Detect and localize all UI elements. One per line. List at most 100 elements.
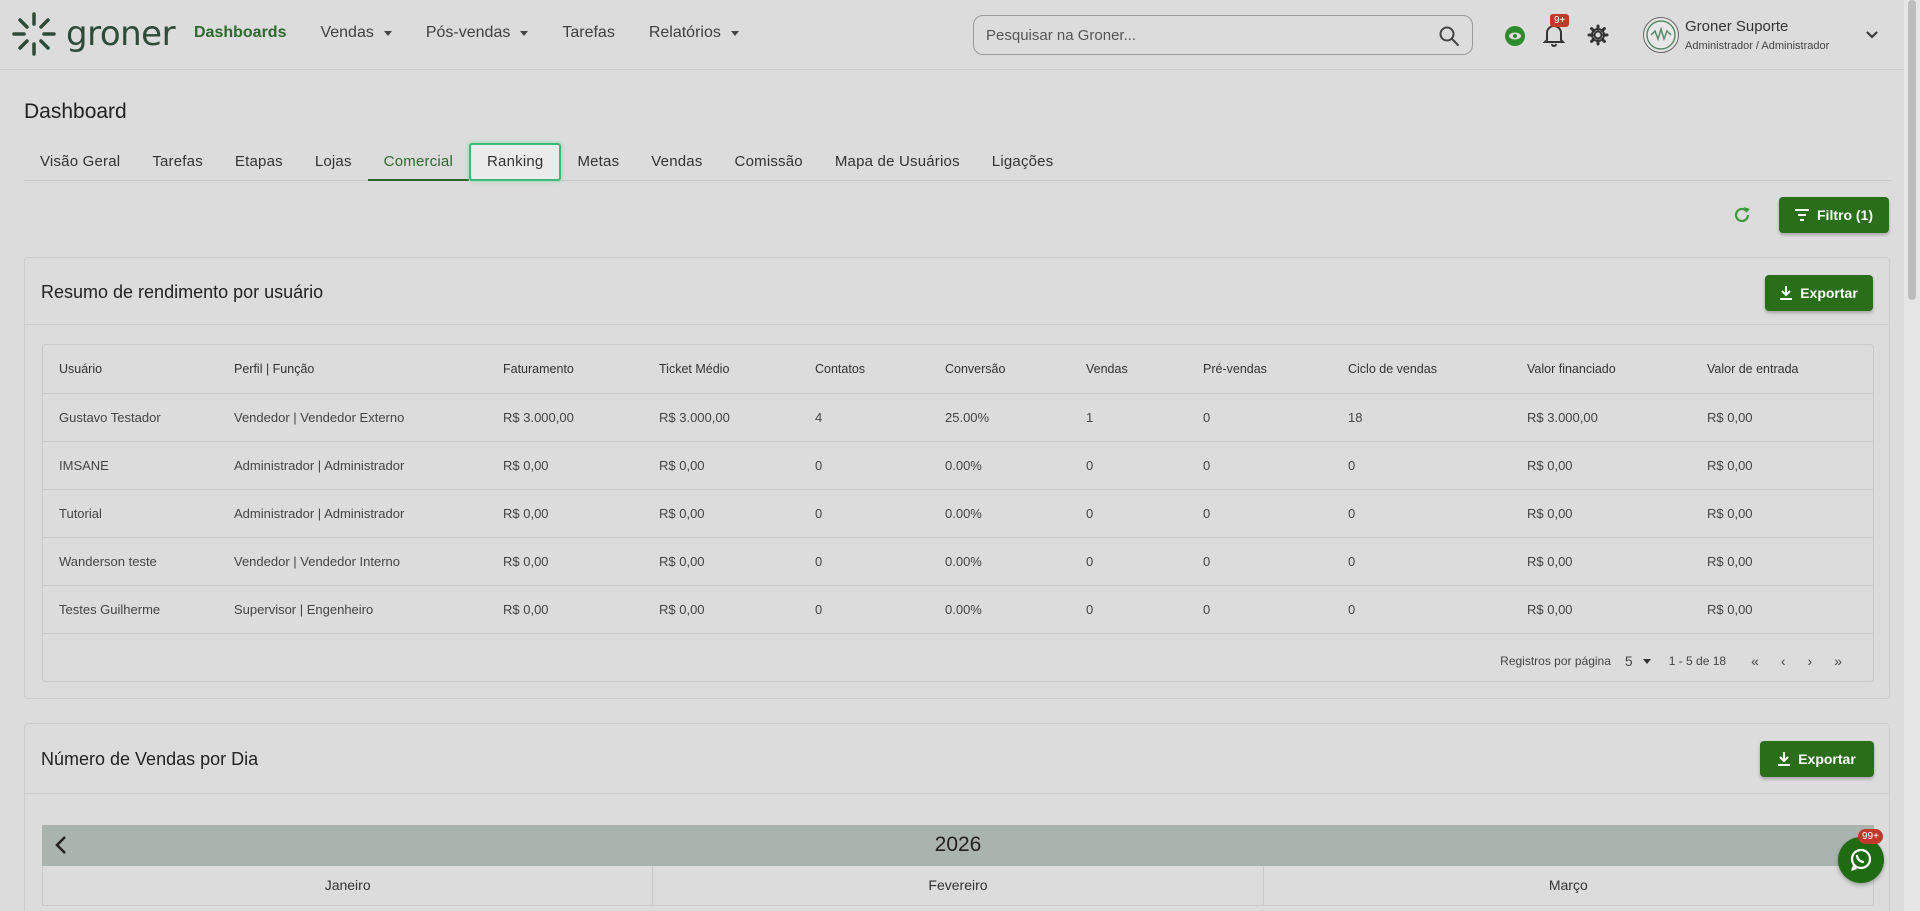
notification-badge: 9+ xyxy=(1550,14,1570,27)
search-input[interactable] xyxy=(986,26,1426,44)
scrollbar-thumb[interactable] xyxy=(1908,0,1916,300)
prev-page-icon[interactable]: ‹ xyxy=(1781,653,1786,669)
column-header[interactable]: Pré-vendas xyxy=(1187,345,1332,394)
nav-label: Dashboards xyxy=(194,24,287,41)
user-name: Groner Suporte xyxy=(1685,18,1789,35)
main-nav: Dashboards Vendas Pós-vendas Tarefas Rel… xyxy=(194,24,773,42)
search-icon[interactable] xyxy=(1438,25,1460,47)
table-cell: 0 xyxy=(1070,441,1187,490)
refresh-icon[interactable] xyxy=(1731,204,1753,231)
export-button[interactable]: Exportar xyxy=(1765,275,1873,311)
filter-label: Filtro (1) xyxy=(1817,207,1873,223)
summary-table: Usuário Perfil | Função Faturamento Tick… xyxy=(43,345,1873,634)
page-scrollbar[interactable] xyxy=(1904,0,1920,911)
table-row[interactable]: IMSANE Administrador | Administrador R$ 0,… xyxy=(43,441,1873,490)
table-cell: R$ 0,00 xyxy=(1691,489,1873,538)
table-cell: R$ 0,00 xyxy=(1511,537,1691,586)
table-cell: R$ 0,00 xyxy=(643,441,799,490)
table-cell: R$ 0,00 xyxy=(1691,393,1873,442)
table-cell: R$ 0,00 xyxy=(1511,441,1691,490)
logo[interactable]: groner xyxy=(10,10,176,58)
table-cell: R$ 0,00 xyxy=(643,585,799,634)
table-cell: 0 xyxy=(1187,441,1332,490)
tab-ranking[interactable]: Ranking xyxy=(469,143,562,181)
avatar xyxy=(1643,17,1679,53)
eye-icon[interactable] xyxy=(1503,24,1527,48)
column-header[interactable]: Faturamento xyxy=(487,345,643,394)
per-page-value: 5 xyxy=(1624,653,1633,669)
table-cell: 0 xyxy=(1187,489,1332,538)
table-cell: Administrador | Administrador xyxy=(218,489,487,538)
first-page-icon[interactable]: « xyxy=(1751,653,1759,669)
dashboard-tabs: Visão Geral Tarefas Etapas Lojas Comerci… xyxy=(24,143,1892,181)
filter-button[interactable]: Filtro (1) xyxy=(1779,197,1889,233)
summary-title: Resumo de rendimento por usuário xyxy=(41,282,324,302)
column-header[interactable]: Ciclo de vendas xyxy=(1332,345,1511,394)
caret-down-icon xyxy=(1642,658,1651,664)
calendar-month[interactable]: Janeiro xyxy=(43,866,654,905)
nav-label: Tarefas xyxy=(562,24,615,41)
user-menu[interactable]: Groner Suporte Administrador / Administr… xyxy=(1643,17,1829,53)
calendar-months: Janeiro Fevereiro Março xyxy=(42,866,1874,906)
summary-card: Resumo de rendimento por usuário Exporta… xyxy=(24,257,1890,699)
table-cell: R$ 3.000,00 xyxy=(1511,393,1691,442)
export-button[interactable]: Exportar xyxy=(1760,741,1874,777)
table-cell: R$ 0,00 xyxy=(643,537,799,586)
pagination: Registros por página 5 1 - 5 de 18 « ‹ ›… xyxy=(1500,653,1853,669)
next-page-icon[interactable]: › xyxy=(1808,653,1813,669)
tab-comercial[interactable]: Comercial xyxy=(367,143,469,181)
gear-icon[interactable] xyxy=(1587,24,1609,46)
whatsapp-button[interactable] xyxy=(1838,837,1884,883)
divider xyxy=(25,793,1889,794)
per-page-select[interactable]: 5 xyxy=(1625,653,1651,669)
nav-item-dashboards[interactable]: Dashboards xyxy=(194,24,286,42)
tab-ligacoes[interactable]: Ligações xyxy=(976,143,1070,181)
table-cell: 0 xyxy=(1187,393,1332,442)
table-row[interactable]: Wanderson teste Vendedor | Vendedor Inter… xyxy=(43,537,1873,586)
tab-mapa-de-usuarios[interactable]: Mapa de Usuários xyxy=(819,143,976,181)
table-cell: 0 xyxy=(1332,441,1511,490)
tab-tarefas[interactable]: Tarefas xyxy=(136,143,219,181)
table-cell: 0 xyxy=(1332,585,1511,634)
chevron-down-icon[interactable] xyxy=(1865,30,1879,40)
nav-item-pos-vendas[interactable]: Pós-vendas xyxy=(426,24,529,42)
tab-lojas[interactable]: Lojas xyxy=(299,143,368,181)
nav-item-vendas[interactable]: Vendas xyxy=(320,24,392,42)
table-header-row: Usuário Perfil | Função Faturamento Tick… xyxy=(43,345,1873,394)
tab-comissao[interactable]: Comissão xyxy=(719,143,819,181)
column-header[interactable]: Perfil | Função xyxy=(218,345,487,394)
summary-table-container: Usuário Perfil | Função Faturamento Tick… xyxy=(42,344,1874,682)
tab-vendas[interactable]: Vendas xyxy=(635,143,718,181)
table-cell: R$ 0,00 xyxy=(643,489,799,538)
avatar-logo-icon xyxy=(1646,20,1676,50)
table-cell: R$ 0,00 xyxy=(487,489,643,538)
column-header[interactable]: Contatos xyxy=(799,345,929,394)
last-page-icon[interactable]: » xyxy=(1834,653,1842,669)
table-cell: 18 xyxy=(1332,393,1511,442)
column-header[interactable]: Valor financiado xyxy=(1511,345,1691,394)
table-cell: R$ 0,00 xyxy=(1691,585,1873,634)
calendar-month[interactable]: Fevereiro xyxy=(653,866,1264,905)
table-row[interactable]: Testes Guilherme Supervisor | Engenheiro R… xyxy=(43,585,1873,634)
tab-metas[interactable]: Metas xyxy=(561,143,635,181)
column-header[interactable]: Valor de entrada xyxy=(1691,345,1873,394)
tab-visao-geral[interactable]: Visão Geral xyxy=(24,143,136,181)
export-label: Exportar xyxy=(1798,751,1856,767)
table-row[interactable]: Tutorial Administrador | Administrador R$ … xyxy=(43,489,1873,538)
calendar-month[interactable]: Março xyxy=(1264,866,1873,905)
nav-item-tarefas[interactable]: Tarefas xyxy=(562,24,614,42)
table-cell: 0 xyxy=(1070,585,1187,634)
table-row[interactable]: Gustavo Testador Vendedor | Vendedor Exte… xyxy=(43,393,1873,442)
nav-item-relatorios[interactable]: Relatórios xyxy=(649,24,739,42)
page-title: Dashboard xyxy=(24,100,127,123)
table-cell: R$ 0,00 xyxy=(487,585,643,634)
column-header[interactable]: Usuário xyxy=(43,345,218,394)
column-header[interactable]: Conversão xyxy=(929,345,1070,394)
table-cell: 0 xyxy=(799,585,929,634)
column-header[interactable]: Vendas xyxy=(1070,345,1187,394)
filter-icon xyxy=(1795,209,1809,221)
tab-etapas[interactable]: Etapas xyxy=(219,143,299,181)
burst-icon xyxy=(12,12,56,56)
table-cell: 0 xyxy=(1187,585,1332,634)
column-header[interactable]: Ticket Médio xyxy=(643,345,799,394)
